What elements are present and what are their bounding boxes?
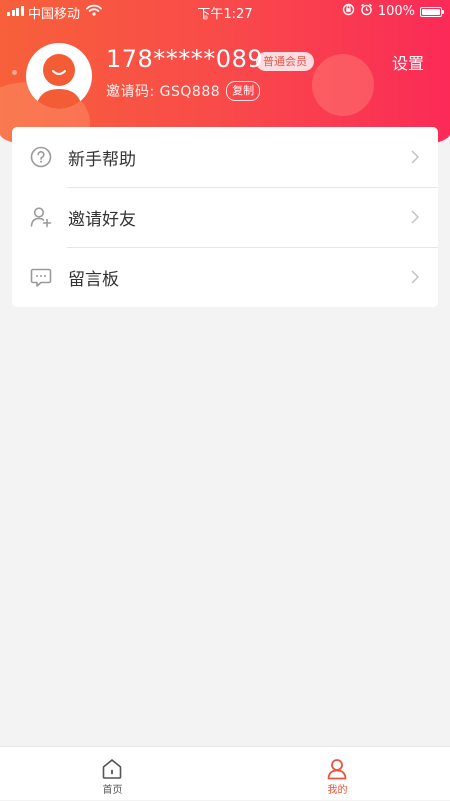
orientation-lock-icon: [342, 3, 355, 20]
tab-home[interactable]: 首页: [0, 747, 225, 801]
alarm-icon: [360, 3, 373, 20]
tab-label: 我的: [327, 785, 348, 796]
copy-invite-code-button[interactable]: 复制: [226, 81, 261, 101]
question-circle-icon: [30, 146, 52, 168]
menu-item-label: 新手帮助: [68, 149, 136, 170]
battery-percent: 100%: [377, 4, 415, 19]
settings-button[interactable]: 设置: [392, 50, 424, 74]
chevron-right-icon: [410, 149, 420, 165]
member-level-badge: 普通会员: [256, 52, 314, 71]
add-user-icon: [30, 206, 52, 228]
avatar[interactable]: [26, 43, 92, 109]
battery-fill: [422, 8, 440, 15]
message-board-icon: [30, 266, 52, 288]
menu-item-label: 邀请好友: [68, 209, 136, 230]
invite-code-text: 邀请码: GSQ888: [106, 84, 221, 100]
bottom-tab-bar: 首页 我的: [0, 746, 450, 800]
tab-label: 首页: [102, 785, 123, 796]
menu-item-help[interactable]: 新手帮助: [12, 127, 438, 187]
decorative-bubble: [312, 54, 374, 116]
chevron-right-icon: [410, 269, 420, 285]
menu-item-invite-friends[interactable]: 邀请好友: [12, 187, 438, 247]
home-icon: [100, 757, 124, 781]
menu-item-message-board[interactable]: 留言板: [12, 247, 438, 307]
invite-code-row: 邀请码: GSQ888 复制: [106, 81, 261, 101]
tab-profile[interactable]: 我的: [225, 747, 450, 801]
battery-icon: [420, 6, 444, 17]
profile-icon: [325, 757, 349, 781]
user-phone-number: 178*****089: [106, 45, 264, 73]
menu-item-label: 留言板: [68, 269, 119, 290]
chevron-right-icon: [410, 209, 420, 225]
decorative-dot: [12, 70, 17, 75]
menu-card: 新手帮助 邀请好友 留言板: [12, 127, 438, 307]
status-bar: 中国移动 下午1:27 100%: [0, 0, 450, 22]
